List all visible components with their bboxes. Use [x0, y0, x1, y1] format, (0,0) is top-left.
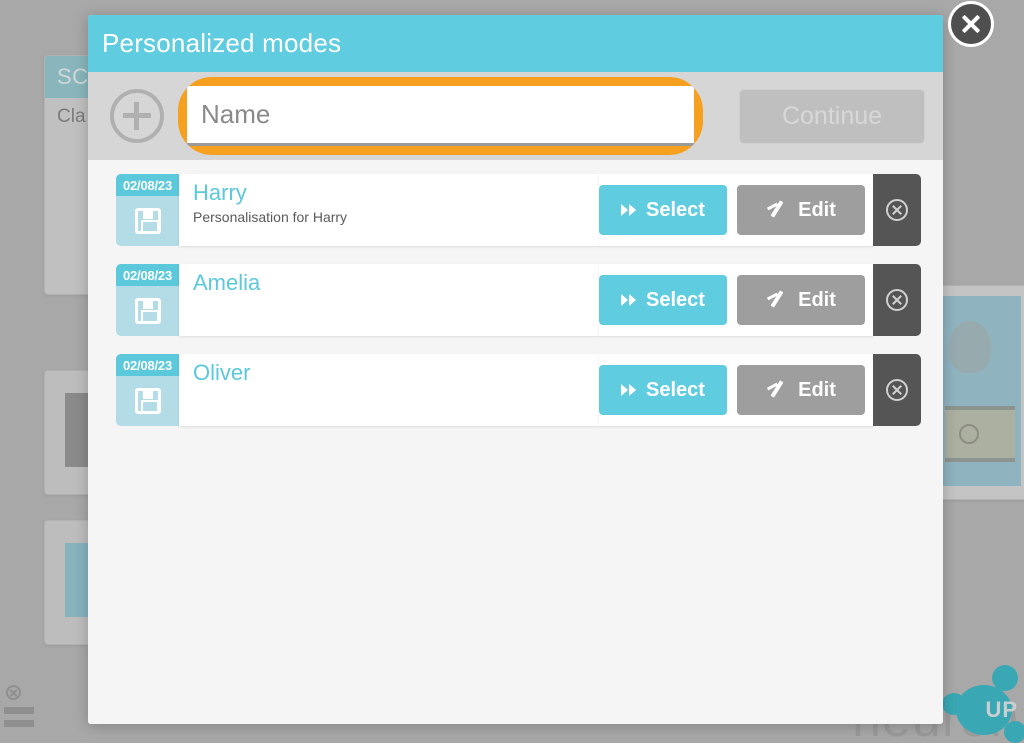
row-title: Harry — [193, 180, 599, 206]
edit-button[interactable]: Edit — [737, 185, 865, 235]
delete-button[interactable] — [873, 264, 921, 336]
continue-button[interactable]: Continue — [739, 89, 925, 144]
delete-button[interactable] — [873, 174, 921, 246]
background-card-4-photo — [941, 296, 1021, 486]
pencil-icon — [766, 291, 788, 309]
photo-shape-c — [959, 424, 979, 444]
circle-x-icon — [886, 379, 908, 401]
row-main: Oliver — [179, 354, 599, 426]
neuron-blob-icon — [1004, 721, 1024, 743]
table-row: 02/08/23 Harry Personalisation for Harry… — [116, 174, 921, 246]
circle-x-icon — [886, 289, 908, 311]
modes-list: 02/08/23 Harry Personalisation for Harry… — [88, 160, 943, 724]
double-chevron-right-icon — [621, 384, 636, 396]
row-subtitle: Personalisation for Harry — [193, 209, 599, 225]
row-title: Amelia — [193, 270, 599, 296]
pencil-icon — [766, 381, 788, 399]
row-badge-column: 02/08/23 — [116, 354, 179, 426]
select-button-label: Select — [646, 289, 705, 312]
edit-button[interactable]: Edit — [737, 275, 865, 325]
photo-shape-a — [949, 321, 991, 373]
edit-button[interactable]: Edit — [737, 365, 865, 415]
row-actions: Select Edit — [599, 264, 873, 336]
table-row: 02/08/23 Amelia Select Edit — [116, 264, 921, 336]
menu-bar-line[interactable] — [4, 707, 34, 714]
personalized-modes-dialog: Personalized modes Continue 02/08/23 Har… — [88, 15, 943, 724]
select-button[interactable]: Select — [599, 365, 727, 415]
row-date-badge: 02/08/23 — [116, 264, 179, 286]
save-floppy-icon — [135, 298, 161, 324]
background-card-4 — [930, 285, 1024, 500]
double-chevron-right-icon — [621, 294, 636, 306]
row-date-badge: 02/08/23 — [116, 174, 179, 196]
edit-button-label: Edit — [798, 379, 836, 402]
neuron-blob-icon — [962, 691, 974, 703]
name-input[interactable] — [187, 86, 694, 146]
pencil-icon — [766, 201, 788, 219]
menu-bar-line[interactable] — [4, 720, 34, 727]
neuron-blob-icon — [992, 665, 1018, 691]
edit-button-label: Edit — [798, 289, 836, 312]
row-date-badge: 02/08/23 — [116, 354, 179, 376]
table-row: 02/08/23 Oliver Select Edit — [116, 354, 921, 426]
edit-button-label: Edit — [798, 199, 836, 222]
select-button-label: Select — [646, 379, 705, 402]
close-small-icon[interactable] — [6, 685, 21, 700]
dialog-header: Personalized modes — [88, 15, 943, 72]
save-floppy-icon — [135, 208, 161, 234]
brand-suffix-text: UP — [985, 697, 1018, 723]
photo-shape-b — [945, 406, 1015, 462]
row-actions: Select Edit — [599, 174, 873, 246]
dialog-toolbar: Continue — [88, 72, 943, 160]
row-title: Oliver — [193, 360, 599, 386]
row-main: Harry Personalisation for Harry — [179, 174, 599, 246]
delete-button[interactable] — [873, 354, 921, 426]
add-plus-icon[interactable] — [110, 89, 164, 143]
dialog-title: Personalized modes — [102, 28, 341, 59]
select-button[interactable]: Select — [599, 185, 727, 235]
name-field-highlight — [178, 77, 703, 155]
close-icon[interactable] — [948, 1, 994, 47]
double-chevron-right-icon — [621, 204, 636, 216]
row-badge-column: 02/08/23 — [116, 264, 179, 336]
row-badge-column: 02/08/23 — [116, 174, 179, 246]
row-actions: Select Edit — [599, 354, 873, 426]
row-main: Amelia — [179, 264, 599, 336]
select-button[interactable]: Select — [599, 275, 727, 325]
select-button-label: Select — [646, 199, 705, 222]
corner-tools — [4, 685, 34, 733]
circle-x-icon — [886, 199, 908, 221]
save-floppy-icon — [135, 388, 161, 414]
